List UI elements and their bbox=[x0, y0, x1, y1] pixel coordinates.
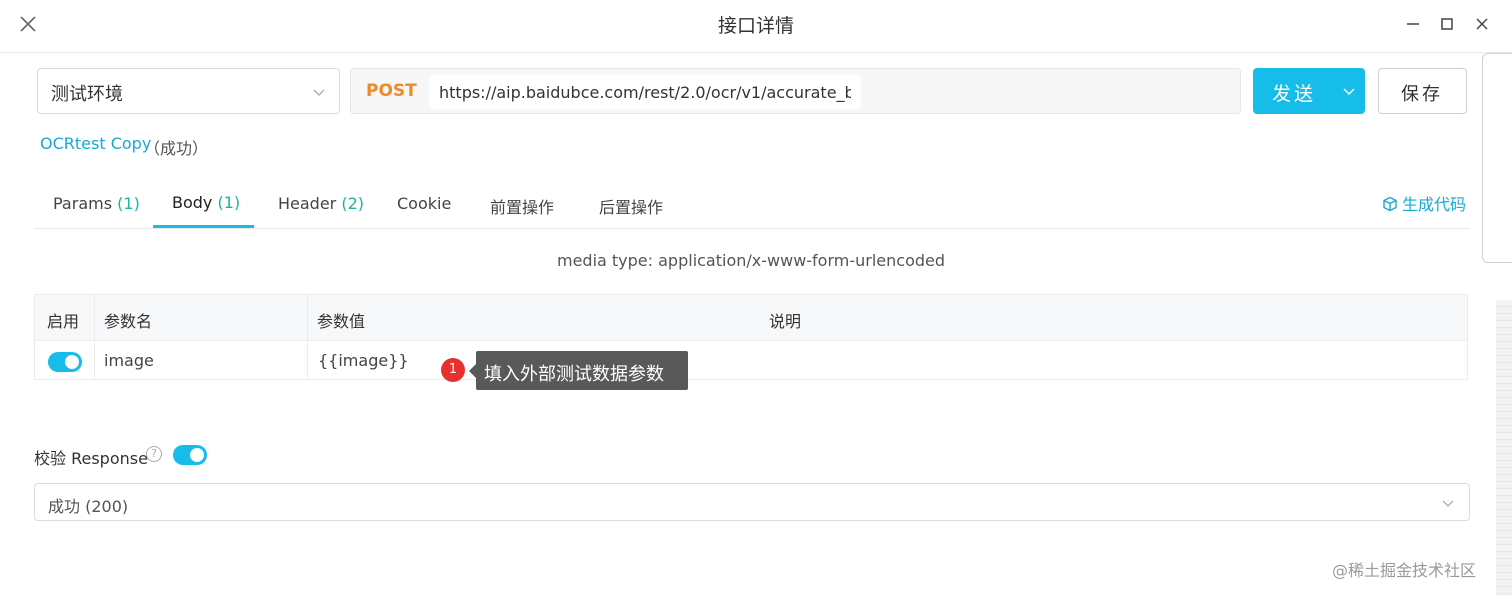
url-input[interactable] bbox=[429, 75, 861, 109]
tab-pre-request[interactable]: 前置操作 bbox=[490, 194, 554, 218]
tab-post-request[interactable]: 后置操作 bbox=[599, 194, 663, 218]
request-status: （成功） bbox=[144, 139, 209, 158]
window-title: 接口详情 bbox=[717, 15, 794, 37]
save-button[interactable]: 保存 bbox=[1378, 68, 1467, 114]
watermark: @稀土掘金技术社区 bbox=[1332, 561, 1477, 580]
annotation-tooltip: 填入外部测试数据参数 bbox=[469, 351, 688, 390]
cube-icon bbox=[1383, 196, 1397, 212]
tabs-divider bbox=[34, 228, 1470, 229]
validate-response-toggle[interactable] bbox=[173, 445, 207, 465]
tooltip-arrow bbox=[469, 364, 476, 378]
tab-params[interactable]: Params (1) bbox=[53, 194, 140, 213]
tab-body[interactable]: Body (1) bbox=[172, 193, 240, 212]
title-bar: 接口详情 bbox=[0, 0, 1512, 53]
generate-code-button[interactable]: 生成代码 bbox=[1382, 191, 1466, 215]
minimize-icon[interactable] bbox=[1401, 12, 1425, 36]
table-header: 启用 参数名 参数值 说明 bbox=[35, 295, 1467, 341]
tab-header[interactable]: Header (2) bbox=[278, 194, 364, 213]
request-name-link[interactable]: OCRtest Copy bbox=[40, 134, 151, 153]
tooltip-text: 填入外部测试数据参数 bbox=[484, 364, 664, 385]
request-url-bar: POST bbox=[350, 68, 1241, 114]
maximize-icon[interactable] bbox=[1435, 12, 1459, 36]
media-type-label: media type: application/x-www-form-urlen… bbox=[556, 251, 946, 270]
response-status-value: 成功 (200) bbox=[48, 497, 129, 516]
row-enabled-toggle[interactable] bbox=[48, 352, 82, 372]
column-header-name: 参数名 bbox=[104, 312, 153, 331]
save-label: 保存 bbox=[1401, 84, 1443, 105]
toggle-knob bbox=[65, 355, 79, 369]
environment-value: 测试环境 bbox=[51, 84, 123, 105]
background-window-strip bbox=[1496, 300, 1512, 596]
body-params-table: 启用 参数名 参数值 说明 image {{image}} bbox=[34, 294, 1468, 380]
send-button[interactable]: 发送 bbox=[1253, 68, 1365, 114]
chevron-down-icon bbox=[1442, 500, 1454, 507]
send-dropdown-chevron-icon[interactable] bbox=[1342, 84, 1356, 98]
param-name-cell[interactable]: image bbox=[104, 351, 154, 370]
http-method[interactable]: POST bbox=[366, 81, 417, 101]
response-status-select[interactable]: 成功 (200) bbox=[34, 483, 1470, 521]
toggle-knob bbox=[190, 448, 204, 462]
environment-select[interactable]: 测试环境 bbox=[37, 68, 340, 114]
column-divider bbox=[307, 295, 308, 379]
step-number-badge: 1 bbox=[441, 358, 465, 382]
column-header-description: 说明 bbox=[769, 312, 802, 331]
column-header-value: 参数值 bbox=[317, 312, 366, 331]
validate-response-label: 校验 Response bbox=[34, 449, 148, 468]
help-icon[interactable]: ? bbox=[146, 446, 162, 462]
column-header-enabled: 启用 bbox=[47, 312, 80, 331]
window-close-icon[interactable] bbox=[1470, 12, 1494, 36]
tab-cookie[interactable]: Cookie bbox=[397, 194, 451, 213]
column-divider bbox=[94, 295, 95, 379]
background-panel-edge bbox=[1482, 53, 1512, 263]
send-label: 发送 bbox=[1272, 83, 1317, 105]
param-value-cell[interactable]: {{image}} bbox=[318, 351, 409, 370]
chevron-down-icon bbox=[313, 89, 325, 96]
